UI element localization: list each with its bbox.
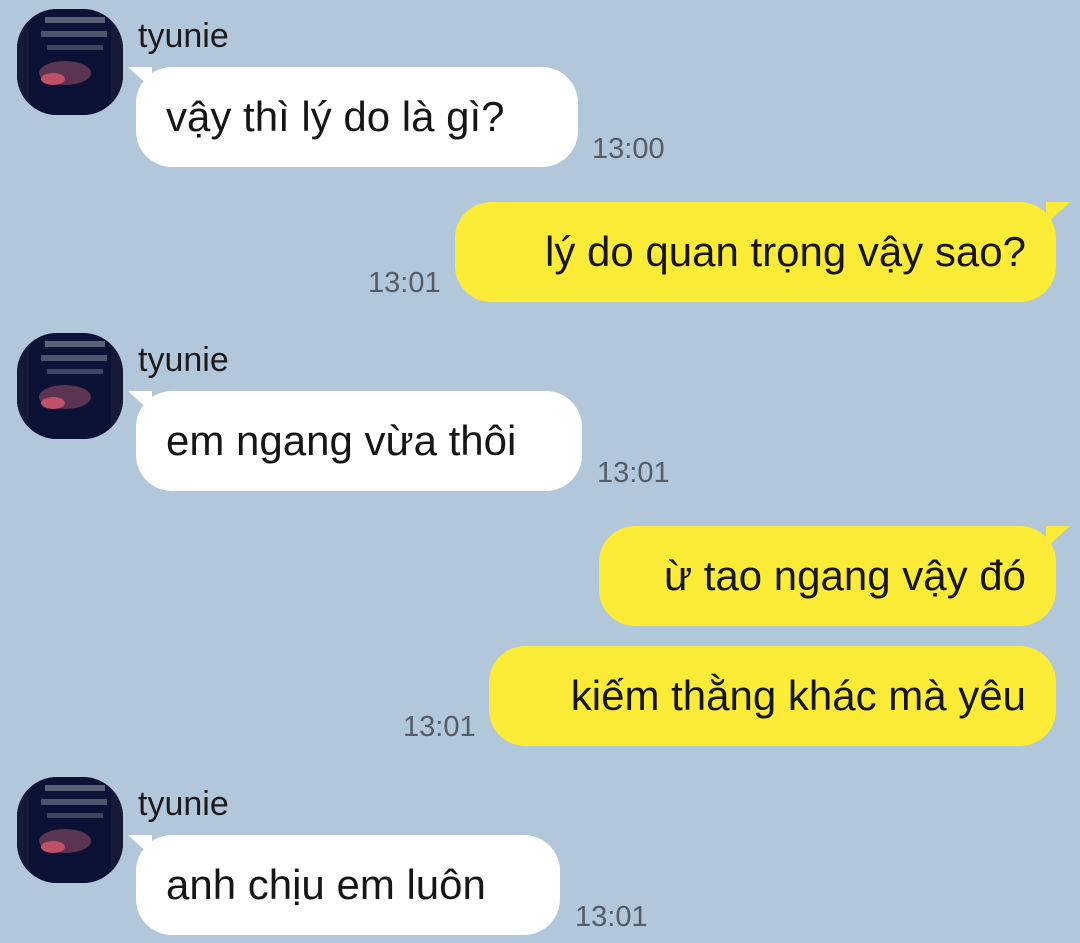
message-text: anh chịu em luôn: [166, 861, 486, 908]
chat-area[interactable]: tyunie vậy thì lý do là gì? 13:00 13:01 …: [0, 0, 1080, 943]
avatar-photo: [17, 777, 123, 883]
message-timestamp: 13:00: [592, 133, 665, 165]
message-bubble-outgoing[interactable]: lý do quan trọng vậy sao?: [455, 202, 1056, 302]
avatar-photo: [17, 333, 123, 439]
avatar-photo: [17, 9, 123, 115]
message-bubble-incoming[interactable]: em ngang vừa thôi: [136, 391, 582, 491]
message-bubble-incoming[interactable]: vậy thì lý do là gì?: [136, 67, 578, 167]
message-timestamp: 13:01: [597, 457, 670, 489]
sender-name: tyunie: [138, 341, 229, 379]
message-timestamp: 13:01: [403, 711, 476, 743]
message-text: lý do quan trọng vậy sao?: [545, 228, 1026, 275]
message-text: em ngang vừa thôi: [166, 417, 517, 464]
sender-name: tyunie: [138, 785, 229, 823]
message-bubble-incoming[interactable]: anh chịu em luôn: [136, 835, 560, 935]
avatar[interactable]: [17, 777, 123, 883]
avatar[interactable]: [17, 9, 123, 115]
message-bubble-outgoing[interactable]: ừ tao ngang vậy đó: [599, 526, 1056, 626]
sender-name: tyunie: [138, 17, 229, 55]
message-text: vậy thì lý do là gì?: [166, 93, 505, 140]
avatar[interactable]: [17, 333, 123, 439]
message-timestamp: 13:01: [368, 267, 441, 299]
message-text: ừ tao ngang vậy đó: [663, 552, 1026, 599]
bubble-tail: [1046, 202, 1072, 224]
message-bubble-outgoing[interactable]: kiếm thằng khác mà yêu: [489, 646, 1056, 746]
message-timestamp: 13:01: [575, 901, 648, 933]
bubble-tail: [1046, 526, 1072, 548]
message-text: kiếm thằng khác mà yêu: [570, 672, 1026, 719]
